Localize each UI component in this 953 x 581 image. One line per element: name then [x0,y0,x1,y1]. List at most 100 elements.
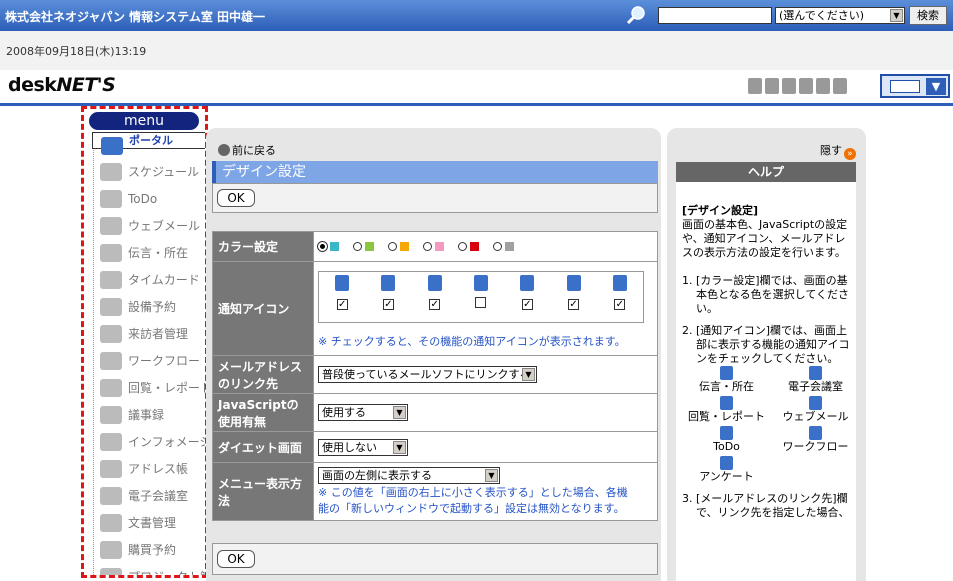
report-icon [720,396,733,410]
notify-checkbox[interactable]: ✓ [429,299,441,310]
conference-icon[interactable] [765,78,779,94]
ok-button-bottom[interactable]: OK [217,550,255,568]
back-link[interactable]: 前に戻る [218,142,276,158]
menu-display-label: メニュー表示方法 [212,462,314,521]
ok-bar-top: OK [212,183,658,213]
menu-item-label: タイムカード [128,273,200,287]
notify-note: ※ チェックすると、その機能の通知アイコンが表示されます。 [318,335,626,348]
logo-text-desk: desk [8,74,57,96]
mail-link-label: メールアドレス のリンク先 [212,355,314,394]
help-icon-label: ワークフロー [782,440,849,453]
menu-item[interactable]: スケジュール [92,159,205,185]
desknets-logo[interactable]: deskNET'S [8,74,116,96]
color-option[interactable] [318,240,339,253]
help-step: [通知アイコン]欄では、画面上部に表示する機能の通知アイコンをチェックしてくださ… [688,324,850,484]
help-icon-item: 伝言・所在 [682,366,771,394]
menu-item[interactable]: 回覧・レポート [92,375,208,401]
search-category-value: (選んでください) [779,9,865,22]
notify-checkbox[interactable] [475,297,487,308]
menu-item[interactable]: インフォメーション [92,429,205,455]
menu-item-label: ToDo [128,192,158,206]
menu-item-label: インフォメーション [128,435,205,449]
diet-label: ダイエット画面 [212,431,314,463]
person-icon [720,366,733,380]
menu-item[interactable]: ポータル [92,132,205,155]
menu-item[interactable]: ワークフロー [92,348,205,374]
notify-checkbox[interactable]: ✓ [521,299,533,310]
radio-button[interactable] [318,242,327,251]
javascript-select[interactable]: 使用する ▼ [318,404,408,421]
settings-form: カラー設定 通知アイコン ✓ ✓ ✓ ✓ ✓ ✓ ※ チェックすると、その機能の通知アイコ… [212,231,658,521]
diet-select[interactable]: 使用しない ▼ [318,438,408,456]
double-chevron-right-icon: » [844,148,856,160]
notify-icon-column [550,275,596,297]
search-icon[interactable] [626,5,646,25]
radio-button[interactable] [353,242,362,251]
date-bar: 2008年09月18日(木)13:19 [0,31,953,70]
survey-icon [720,456,733,470]
menu-item[interactable]: 議事録 [92,402,205,428]
notify-checkbox[interactable]: ✓ [568,299,580,310]
menu-item-label: 回覧・レポート [128,381,208,395]
menu-item[interactable]: 購買予約 [92,537,205,563]
notify-checkbox[interactable]: ✓ [382,299,394,310]
notify-cell: ✓ ✓ ✓ ✓ ✓ ✓ ※ チェックすると、その機能の通知アイコンが表示されます。 [313,261,658,356]
workflow-icon[interactable] [816,78,830,94]
menu-display-note-line2: 能の「新しいウィンドウで起動する」設定は無効となります。 [318,502,625,515]
color-option[interactable] [388,240,409,253]
help-steps: [カラー設定]欄では、画面の基本色となる色を選択してください。 [通知アイコン]… [688,274,850,520]
facility-icon [100,298,122,316]
person-icon[interactable] [748,78,762,94]
menu-item[interactable]: 文書管理 [92,510,205,536]
search-input[interactable] [658,7,772,24]
mail-link-select[interactable]: 普段使っているメールソフトにリンクする ▼ [318,366,537,383]
menu-item[interactable]: ToDo [92,186,205,212]
menu-item[interactable]: アドレス帳 [92,456,205,482]
menu-item-label: 来訪者管理 [128,327,189,341]
menu-layout-button[interactable]: ▼ [880,74,950,98]
menu-item[interactable]: 来訪者管理 [92,321,205,347]
search-button[interactable]: 検索 [909,6,947,25]
menu-item[interactable]: 設備予約 [92,294,205,320]
menu-item[interactable]: 電子会議室 [92,483,205,509]
notify-checkbox-cell: ✓ [319,297,365,319]
side-menu: menu ポータル スケジュール ToDo ウェブメール 伝言・所在 タイムカード 設備予約… [81,106,208,578]
radio-button[interactable] [423,242,432,251]
person-icon [335,275,350,291]
clock-icon [100,271,122,289]
color-option[interactable] [493,240,514,253]
hide-help-link[interactable]: 隠す» [820,142,856,160]
help-step-text: [通知アイコン]欄では、画面上部に表示する機能の通知アイコンをチェックしてくださ… [696,324,850,365]
color-option[interactable] [353,240,374,253]
help-step: [メールアドレスのリンク先]欄で、リンク先を指定した場合、 [696,492,850,520]
search-category-select[interactable]: (選んでください) ▼ [775,7,905,24]
menu-display-cell: 画面の左側に表示する ▼ ※ この値を「画面の右上に小さく表示する」とした場合、各… [313,462,658,521]
menu-item[interactable]: 伝言・所在 [92,240,205,266]
color-option[interactable] [458,240,479,253]
radio-button[interactable] [458,242,467,251]
survey-icon[interactable] [833,78,847,94]
notify-checkbox-cell: ✓ [597,297,643,319]
addressbook-icon [100,460,122,478]
menu-item-label: ウェブメール [128,219,201,233]
purchase-icon [100,541,122,559]
diet-value: 使用しない [322,440,377,454]
menu-display-select[interactable]: 画面の左側に表示する ▼ [318,467,500,484]
menu-item[interactable]: ウェブメール [92,213,205,239]
todo-icon[interactable] [799,78,813,94]
color-option[interactable] [423,240,444,253]
notify-checkbox[interactable]: ✓ [614,299,626,310]
radio-button[interactable] [388,242,397,251]
radio-button[interactable] [493,242,502,251]
notify-checkbox[interactable]: ✓ [336,299,348,310]
mail-link-label-line1: メールアドレス [218,359,303,374]
javascript-label: JavaScriptの 使用有無 [212,393,314,432]
ok-button-top[interactable]: OK [217,189,255,207]
help-icon-label: ToDo [713,440,740,453]
conference-icon [381,275,396,291]
report-icon[interactable] [782,78,796,94]
chevron-down-icon: ▼ [485,469,498,482]
menu-item[interactable]: プロジェクト管理 [92,564,205,575]
menu-item[interactable]: タイムカード [92,267,205,293]
info-icon [100,433,122,451]
